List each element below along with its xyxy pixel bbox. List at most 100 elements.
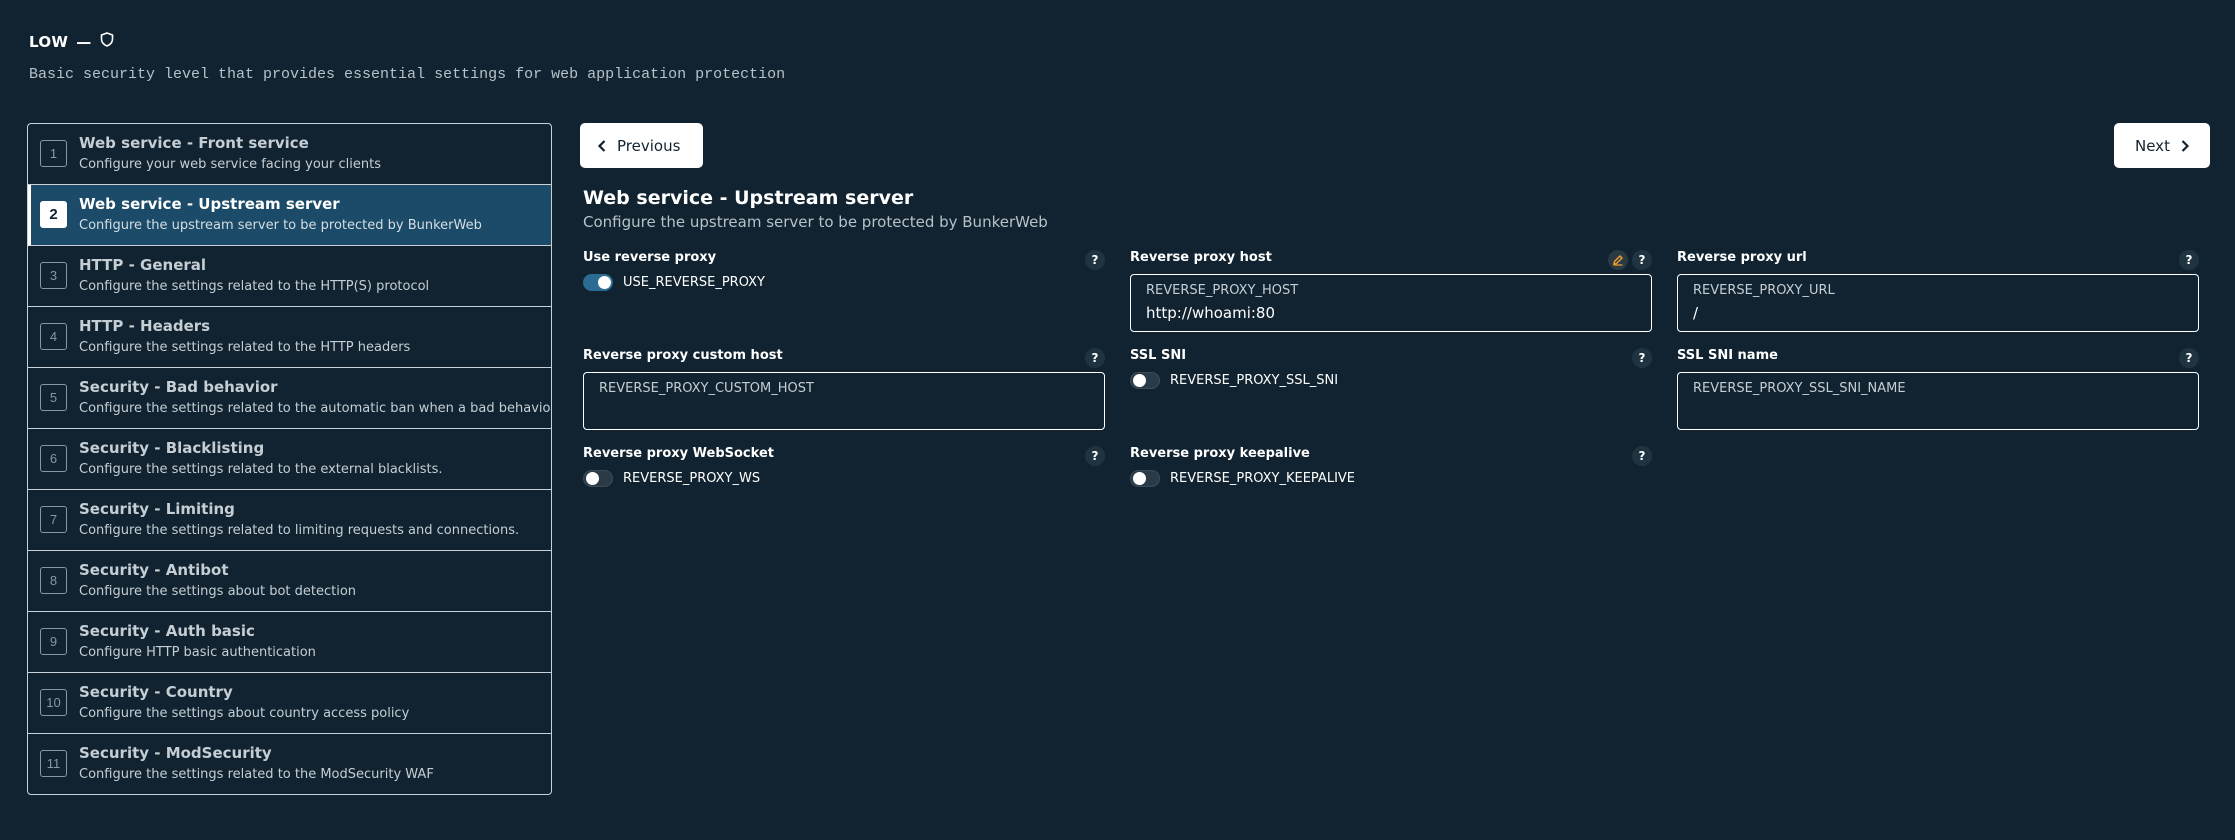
step-number: 7 <box>40 506 67 533</box>
step-number: 9 <box>40 628 67 655</box>
step-number: 2 <box>40 201 67 228</box>
chevron-left-icon <box>597 139 606 152</box>
floating-placeholder: REVERSE_PROXY_HOST <box>1146 283 1299 298</box>
reverse-proxy-host-input-box[interactable]: REVERSE_PROXY_HOST <box>1130 274 1652 332</box>
step-number: 10 <box>40 689 67 716</box>
field-label: Reverse proxy url <box>1677 250 1807 265</box>
help-icon[interactable]: ? <box>2179 348 2199 368</box>
next-button[interactable]: Next <box>2114 123 2210 168</box>
step-title: Security - Country <box>79 683 233 701</box>
ssl-sni-name-input-box[interactable]: REVERSE_PROXY_SSL_SNI_NAME <box>1677 372 2199 430</box>
step-item-1[interactable]: 1 Web service - Front service Configure … <box>28 124 551 185</box>
step-number: 11 <box>40 750 67 777</box>
step-title: HTTP - General <box>79 256 207 274</box>
step-description: Configure the upstream server to be prot… <box>79 218 482 233</box>
step-item-2[interactable]: 2 Web service - Upstream server Configur… <box>28 185 551 246</box>
step-item-4[interactable]: 4 HTTP - Headers Configure the settings … <box>28 307 551 368</box>
toggle-label: USE_REVERSE_PROXY <box>623 275 765 290</box>
field-label: Reverse proxy WebSocket <box>583 446 774 461</box>
step-description: Configure the settings about bot detecti… <box>79 584 357 599</box>
title-dash: — <box>76 32 92 51</box>
step-description: Configure the settings related to the Mo… <box>79 767 434 782</box>
step-title: Security - Auth basic <box>79 622 255 640</box>
step-item-11[interactable]: 11 Security - ModSecurity Configure the … <box>28 734 551 794</box>
step-number: 3 <box>40 262 67 289</box>
toggle-switch[interactable] <box>1130 372 1160 389</box>
level-header: LOW — <box>29 32 114 51</box>
step-item-9[interactable]: 9 Security - Auth basic Configure HTTP b… <box>28 612 551 673</box>
help-icon[interactable]: ? <box>1085 250 1105 270</box>
use-reverse-proxy-toggle[interactable]: USE_REVERSE_PROXY <box>583 274 765 291</box>
step-description: Configure the settings related to the HT… <box>79 279 430 294</box>
toggle-label: REVERSE_PROXY_KEEPALIVE <box>1170 471 1356 486</box>
step-item-8[interactable]: 8 Security - Antibot Configure the setti… <box>28 551 551 612</box>
shield-icon <box>100 32 114 51</box>
field-label: Reverse proxy keepalive <box>1130 446 1310 461</box>
step-item-5[interactable]: 5 Security - Bad behavior Configure the … <box>28 368 551 429</box>
floating-placeholder: REVERSE_PROXY_URL <box>1693 283 1835 298</box>
step-description: Configure the settings related to the ex… <box>79 462 443 477</box>
reverse-proxy-custom-host-input-box[interactable]: REVERSE_PROXY_CUSTOM_HOST <box>583 372 1105 430</box>
reverse-proxy-url-input[interactable] <box>1693 304 2183 322</box>
step-title: Web service - Front service <box>79 134 309 152</box>
step-description: Configure the settings related to the au… <box>79 401 552 416</box>
toggle-switch[interactable] <box>583 274 613 291</box>
steps-list: 1 Web service - Front service Configure … <box>27 123 552 795</box>
help-icon[interactable]: ? <box>1085 348 1105 368</box>
step-title: Security - Blacklisting <box>79 439 265 457</box>
step-description: Configure the settings related to limiti… <box>79 523 520 538</box>
toggle-switch[interactable] <box>1130 470 1160 487</box>
field-label: Reverse proxy host <box>1130 250 1272 265</box>
step-number: 5 <box>40 384 67 411</box>
step-item-6[interactable]: 6 Security - Blacklisting Configure the … <box>28 429 551 490</box>
step-number: 1 <box>40 140 67 167</box>
step-title: HTTP - Headers <box>79 317 211 335</box>
reverse-proxy-url-input-box[interactable]: REVERSE_PROXY_URL <box>1677 274 2199 332</box>
field-label: Use reverse proxy <box>583 250 717 265</box>
step-title: Security - Bad behavior <box>79 378 278 396</box>
next-label: Next <box>2135 136 2170 155</box>
step-title: Security - ModSecurity <box>79 744 272 762</box>
field-label: Reverse proxy custom host <box>583 348 783 363</box>
step-number: 8 <box>40 567 67 594</box>
step-description: Configure your web service facing your c… <box>79 157 381 172</box>
help-icon[interactable]: ? <box>1632 348 1652 368</box>
section-subtitle: Configure the upstream server to be prot… <box>583 213 1048 231</box>
step-number: 6 <box>40 445 67 472</box>
reverse-proxy-keepalive-toggle[interactable]: REVERSE_PROXY_KEEPALIVE <box>1130 470 1355 487</box>
floating-placeholder: REVERSE_PROXY_SSL_SNI_NAME <box>1693 381 1906 396</box>
floating-placeholder: REVERSE_PROXY_CUSTOM_HOST <box>599 381 814 396</box>
help-icon[interactable]: ? <box>1632 446 1652 466</box>
reverse-proxy-custom-host-input[interactable] <box>599 402 1089 420</box>
edit-icon[interactable] <box>1608 250 1628 270</box>
ssl-sni-name-input[interactable] <box>1693 402 2183 420</box>
level-title-row: LOW — <box>29 32 114 51</box>
toggle-switch[interactable] <box>583 470 613 487</box>
reverse-proxy-ws-toggle[interactable]: REVERSE_PROXY_WS <box>583 470 760 487</box>
field-label: SSL SNI name <box>1677 348 1778 363</box>
help-icon[interactable]: ? <box>2179 250 2199 270</box>
step-description: Configure the settings about country acc… <box>79 706 410 721</box>
field-label: SSL SNI <box>1130 348 1187 363</box>
toggle-label: REVERSE_PROXY_SSL_SNI <box>1170 373 1339 388</box>
step-description: Configure the settings related to the HT… <box>79 340 411 355</box>
help-icon[interactable]: ? <box>1085 446 1105 466</box>
toggle-label: REVERSE_PROXY_WS <box>623 471 761 486</box>
step-item-7[interactable]: 7 Security - Limiting Configure the sett… <box>28 490 551 551</box>
section-title: Web service - Upstream server <box>583 187 914 209</box>
help-icon[interactable]: ? <box>1632 250 1652 270</box>
level-description: Basic security level that provides essen… <box>29 66 786 83</box>
step-title: Web service - Upstream server <box>79 195 340 213</box>
previous-label: Previous <box>617 136 681 155</box>
step-description: Configure HTTP basic authentication <box>79 645 316 660</box>
ssl-sni-toggle[interactable]: REVERSE_PROXY_SSL_SNI <box>1130 372 1338 389</box>
step-item-10[interactable]: 10 Security - Country Configure the sett… <box>28 673 551 734</box>
step-item-3[interactable]: 3 HTTP - General Configure the settings … <box>28 246 551 307</box>
previous-button[interactable]: Previous <box>580 123 703 168</box>
step-number: 4 <box>40 323 67 350</box>
reverse-proxy-host-input[interactable] <box>1146 304 1636 322</box>
step-title: Security - Limiting <box>79 500 235 518</box>
chevron-right-icon <box>2181 139 2190 152</box>
level-title: LOW <box>29 32 69 51</box>
step-title: Security - Antibot <box>79 561 229 579</box>
